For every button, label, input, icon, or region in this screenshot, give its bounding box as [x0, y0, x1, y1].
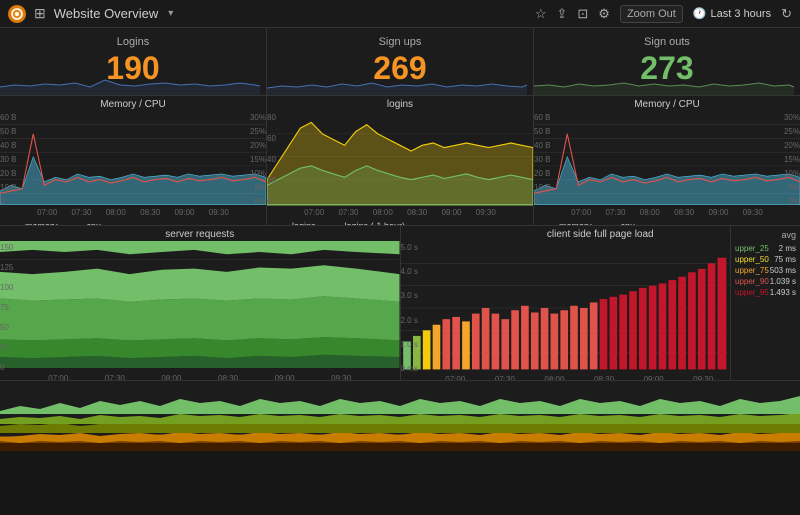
memory-cpu-2-chart — [534, 111, 800, 208]
server-requests-body: 1501251007550250 — [0, 241, 400, 374]
upper50-val: 75 ms — [774, 255, 796, 264]
bottom-strip — [0, 381, 800, 451]
memory-cpu-1-chart — [0, 111, 266, 208]
topbar: ⊞ Website Overview ▾ ☆ ⇪ ⊡ ⚙ Zoom Out 🕐 … — [0, 0, 800, 28]
chart-row-1: Memory / CPU 60 B50 B40 B30 B20 B10 B0 3… — [0, 96, 800, 226]
memory2-legend-item: memory — [540, 221, 592, 225]
signups-sparkline — [267, 65, 527, 95]
memory-cpu-2-yaxis-left: 60 B50 B40 B30 B20 B10 B0 — [534, 111, 564, 208]
logins-chart-panel: logins 806040200 07:0007:3008:0008:3009:… — [267, 96, 534, 225]
upper95-label: upper_95 — [735, 288, 769, 297]
cpu-legend-item: cpu — [68, 221, 102, 225]
memory-legend-label: memory — [25, 221, 58, 225]
logins-stat-card: Logins 190 — [0, 28, 267, 95]
upper95-item: upper_95 1.493 s — [735, 288, 796, 297]
grafana-logo — [8, 5, 26, 23]
logins-1h-legend-label: logins (-1 hour) — [345, 221, 406, 225]
grid-icon: ⊞ — [34, 5, 46, 22]
upper90-label: upper_90 — [735, 277, 769, 286]
bottom-chart — [0, 381, 800, 451]
cpu-legend-label: cpu — [87, 221, 102, 225]
memory-cpu-panel-1: Memory / CPU 60 B50 B40 B30 B20 B10 B0 3… — [0, 96, 267, 225]
memory-cpu-1-yaxis-right: 30%25%20%15%10%5%0% — [238, 111, 266, 208]
clock-icon: 🕐 — [693, 7, 707, 20]
upper95-val: 1.493 s — [770, 288, 796, 297]
signups-stat-card: Sign ups 269 — [267, 28, 534, 95]
logins-yaxis: 806040200 — [267, 111, 297, 208]
memory-cpu-2-xaxis: 07:0007:3008:0008:3009:0009:30 — [534, 208, 800, 219]
memory-cpu-panel-2: Memory / CPU 60 B50 B40 B30 B20 B10 B0 3… — [534, 96, 800, 225]
memory-cpu-2-title: Memory / CPU — [534, 96, 800, 111]
signouts-sparkline — [534, 65, 794, 95]
server-requests-yaxis: 1501251007550250 — [0, 241, 30, 374]
time-range[interactable]: 🕐 Last 3 hours — [693, 7, 771, 20]
upper25-label: upper_25 — [735, 244, 769, 253]
cpu2-legend-label: cpu — [621, 221, 636, 225]
logins-legend: logins logins (-1 hour) — [267, 219, 533, 225]
settings-icon[interactable]: ⚙ — [598, 6, 610, 22]
dashboard-title: Website Overview — [54, 6, 159, 21]
client-page-load-body: 5.0 s4.0 s3.0 s2.0 s1.0 s0 ms — [401, 241, 729, 375]
upper90-val: 1.039 s — [770, 277, 796, 286]
memory2-legend-label: memory — [559, 221, 592, 225]
upper50-item: upper_50 75 ms — [735, 255, 796, 264]
avg-panel: avg upper_25 2 ms upper_50 75 ms upper_7… — [730, 226, 800, 380]
dropdown-icon[interactable]: ▾ — [168, 8, 173, 19]
server-requests-title: server requests — [0, 226, 400, 241]
signups-label: Sign ups — [379, 36, 422, 48]
memory-cpu-1-body: 60 B50 B40 B30 B20 B10 B0 30%25%20%15%10… — [0, 111, 266, 208]
memory-legend-item: memory — [6, 221, 58, 225]
upper75-val: 503 ms — [770, 266, 796, 275]
upper25-val: 2 ms — [779, 244, 796, 253]
server-requests-chart — [0, 241, 400, 374]
memory-cpu-1-title: Memory / CPU — [0, 96, 266, 111]
memory-cpu-2-legend: memory cpu — [534, 219, 800, 225]
cpu2-legend-item: cpu — [602, 221, 636, 225]
memory-cpu-2-body: 60 B50 B40 B30 B20 B10 B0 30%25%20%15%10… — [534, 111, 800, 208]
zoom-out-button[interactable]: Zoom Out — [620, 5, 683, 23]
logins-chart-title: logins — [267, 96, 533, 111]
memory-cpu-1-legend: memory cpu — [0, 219, 266, 225]
memory-cpu-1-xaxis: 07:0007:3008:0008:3009:0009:30 — [0, 208, 266, 219]
upper75-item: upper_75 503 ms — [735, 266, 796, 275]
topbar-actions: ☆ ⇪ ⊡ ⚙ Zoom Out 🕐 Last 3 hours ↻ — [535, 5, 792, 23]
avg-title: avg — [735, 230, 796, 240]
upper75-label: upper_75 — [735, 266, 769, 275]
logins-chart-body: 806040200 — [267, 111, 533, 208]
upper50-label: upper_50 — [735, 255, 769, 264]
logins-legend-item: logins — [273, 221, 316, 225]
signouts-stat-card: Sign outs 273 — [534, 28, 800, 95]
server-requests-panel: server requests 1501251007550250 — [0, 226, 401, 380]
memory-cpu-2-yaxis-right: 30%25%20%15%10%5%0% — [772, 111, 800, 208]
save-icon[interactable]: ⊡ — [577, 6, 588, 22]
client-page-load-chart — [401, 241, 729, 375]
star-icon[interactable]: ☆ — [535, 6, 547, 22]
logins-sparkline — [0, 65, 260, 95]
upper90-item: upper_90 1.039 s — [735, 277, 796, 286]
logins-chart — [267, 111, 533, 208]
signouts-label: Sign outs — [644, 36, 690, 48]
client-page-load-panel: client side full page load 5.0 s4.0 s3.0… — [401, 226, 800, 380]
refresh-icon[interactable]: ↻ — [781, 6, 792, 22]
client-page-load-yaxis: 5.0 s4.0 s3.0 s2.0 s1.0 s0 ms — [401, 241, 431, 375]
main-content: Logins 190 Sign ups 269 Sign outs 273 — [0, 28, 800, 515]
server-requests-xaxis: 07:0007:3008:0008:3009:0009:30 — [0, 374, 400, 380]
client-page-load-xaxis: 07:0007:3008:0008:3009:0009:30 — [401, 375, 729, 380]
logins-1h-legend-item: logins (-1 hour) — [326, 221, 406, 225]
memory-cpu-1-yaxis-left: 60 B50 B40 B30 B20 B10 B0 — [0, 111, 30, 208]
chart-row-2: server requests 1501251007550250 — [0, 226, 800, 381]
logins-legend-label: logins — [292, 221, 316, 225]
stat-row: Logins 190 Sign ups 269 Sign outs 273 — [0, 28, 800, 96]
logins-xaxis: 07:0007:3008:0008:3009:0009:30 — [267, 208, 533, 219]
upper25-item: upper_25 2 ms — [735, 244, 796, 253]
logins-label: Logins — [117, 36, 149, 48]
share-icon[interactable]: ⇪ — [556, 6, 567, 22]
